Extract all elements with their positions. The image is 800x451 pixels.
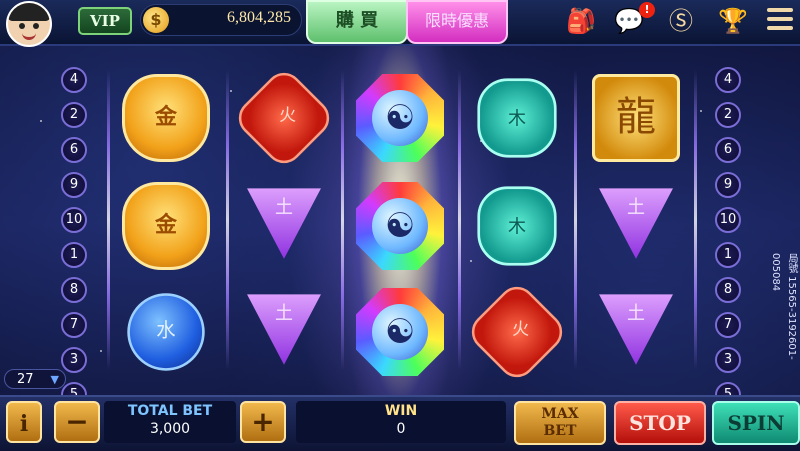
- dragon-glyph: 龍: [616, 94, 656, 140]
- max-bet-label-bottom: BET: [543, 423, 577, 439]
- fire-glyph: 火: [512, 318, 530, 339]
- teal-lotus-wood-symbol: 木: [477, 186, 557, 266]
- red-fire-gem-symbol: 火: [231, 65, 337, 171]
- total-bet-value: 3,000: [149, 421, 191, 437]
- max-bet-label-top: MAX: [541, 406, 579, 422]
- reel-2: 火土土: [230, 62, 338, 380]
- coin-balance: $ 6,804,285: [140, 4, 302, 36]
- cashier-icon[interactable]: Ⓢ: [666, 6, 696, 36]
- vip-button[interactable]: VIP: [78, 7, 132, 35]
- payline-number[interactable]: 2: [715, 102, 741, 128]
- wood-glyph: 木: [508, 215, 526, 237]
- reel-1: 金金水: [112, 62, 220, 380]
- payline-number[interactable]: 8: [61, 277, 87, 303]
- red-fire-gem-symbol: 火: [464, 279, 570, 385]
- lines-selector[interactable]: 27 ▼: [4, 369, 66, 389]
- payline-number[interactable]: 4: [61, 67, 87, 93]
- win-value: 0: [396, 421, 406, 437]
- total-bet-label: TOTAL BET: [127, 403, 213, 419]
- coin-balance-value: 6,804,285: [227, 9, 291, 26]
- reel-5: 龍土土: [582, 62, 690, 380]
- lines-selector-value: 27: [17, 372, 34, 387]
- reel-separator: [107, 70, 110, 370]
- yinyang-glyph: ☯: [372, 90, 428, 146]
- wood-glyph: 木: [508, 107, 526, 129]
- gold-lock-metal-symbol: 金: [122, 74, 210, 162]
- decrease-bet-button[interactable]: −: [54, 401, 100, 443]
- earth-glyph: 土: [275, 303, 293, 324]
- payline-numbers-left: 42691018735: [61, 67, 87, 417]
- total-bet-display: TOTAL BET 3,000: [104, 401, 236, 443]
- payline-number[interactable]: 8: [715, 277, 741, 303]
- reel-separator: [458, 70, 461, 370]
- reel-separator: [226, 70, 229, 370]
- spin-button[interactable]: SPIN: [712, 401, 800, 445]
- reel-separator: [341, 70, 344, 370]
- info-button[interactable]: i: [6, 401, 42, 443]
- payline-number[interactable]: 6: [61, 137, 87, 163]
- win-display: WIN 0: [296, 401, 506, 443]
- earth-glyph: 土: [627, 303, 645, 324]
- rainbow-yinyang-symbol: ☯: [356, 182, 444, 270]
- purple-triangle-earth-symbol: 土: [599, 294, 673, 365]
- backpack-icon[interactable]: 🎒: [566, 6, 596, 36]
- payline-number[interactable]: 2: [61, 102, 87, 128]
- payline-number[interactable]: 7: [715, 312, 741, 338]
- water-glyph: 水: [156, 319, 176, 342]
- gold-dragon-symbol: 龍: [592, 74, 680, 162]
- earth-glyph: 土: [627, 197, 645, 218]
- payline-number[interactable]: 4: [715, 67, 741, 93]
- metal-glyph: 金: [154, 105, 177, 130]
- buy-button[interactable]: 購 買: [306, 0, 408, 44]
- trophy-icon[interactable]: 🏆: [718, 6, 748, 36]
- notification-badge: !: [639, 2, 655, 18]
- reel-4: 木木火: [463, 62, 571, 385]
- earth-glyph: 土: [275, 197, 293, 218]
- win-label: WIN: [384, 403, 418, 419]
- coin-icon: $: [143, 7, 169, 33]
- purple-triangle-earth-symbol: 土: [247, 294, 321, 365]
- yinyang-glyph: ☯: [372, 198, 428, 254]
- payline-number[interactable]: 1: [61, 242, 87, 268]
- reel-separator: [574, 70, 577, 370]
- promo-button[interactable]: 限時優惠: [406, 0, 508, 44]
- rainbow-yinyang-symbol: ☯: [356, 288, 444, 376]
- payline-number[interactable]: 9: [61, 172, 87, 198]
- teal-lotus-wood-symbol: 木: [477, 78, 557, 158]
- payline-number[interactable]: 10: [61, 207, 87, 233]
- metal-glyph: 金: [154, 213, 177, 238]
- payline-number[interactable]: 6: [715, 137, 741, 163]
- chevron-down-icon: ▼: [50, 373, 59, 386]
- payline-number[interactable]: 3: [715, 347, 741, 373]
- payline-numbers-right: 42691018735: [715, 67, 741, 417]
- blue-coin-water-symbol: 水: [127, 293, 205, 371]
- reel-3: ☯ ☯ ☯: [346, 62, 454, 380]
- rainbow-yinyang-symbol: ☯: [356, 74, 444, 162]
- payline-number[interactable]: 9: [715, 172, 741, 198]
- menu-icon[interactable]: [767, 8, 793, 32]
- increase-bet-button[interactable]: +: [240, 401, 286, 443]
- fire-glyph: 火: [279, 104, 297, 125]
- payline-number[interactable]: 10: [715, 207, 741, 233]
- purple-triangle-earth-symbol: 土: [247, 188, 321, 259]
- player-avatar[interactable]: [6, 1, 52, 47]
- payline-number[interactable]: 7: [61, 312, 87, 338]
- max-bet-button[interactable]: MAX BET: [514, 401, 606, 445]
- payline-number[interactable]: 1: [715, 242, 741, 268]
- stop-button[interactable]: STOP: [614, 401, 706, 445]
- purple-triangle-earth-symbol: 土: [599, 188, 673, 259]
- payline-number[interactable]: 3: [61, 347, 87, 373]
- reel-separator: [694, 70, 697, 370]
- yinyang-glyph: ☯: [372, 304, 428, 360]
- round-id: 局號 15565-3192601-005084: [770, 253, 797, 360]
- gold-lock-metal-symbol: 金: [122, 182, 210, 270]
